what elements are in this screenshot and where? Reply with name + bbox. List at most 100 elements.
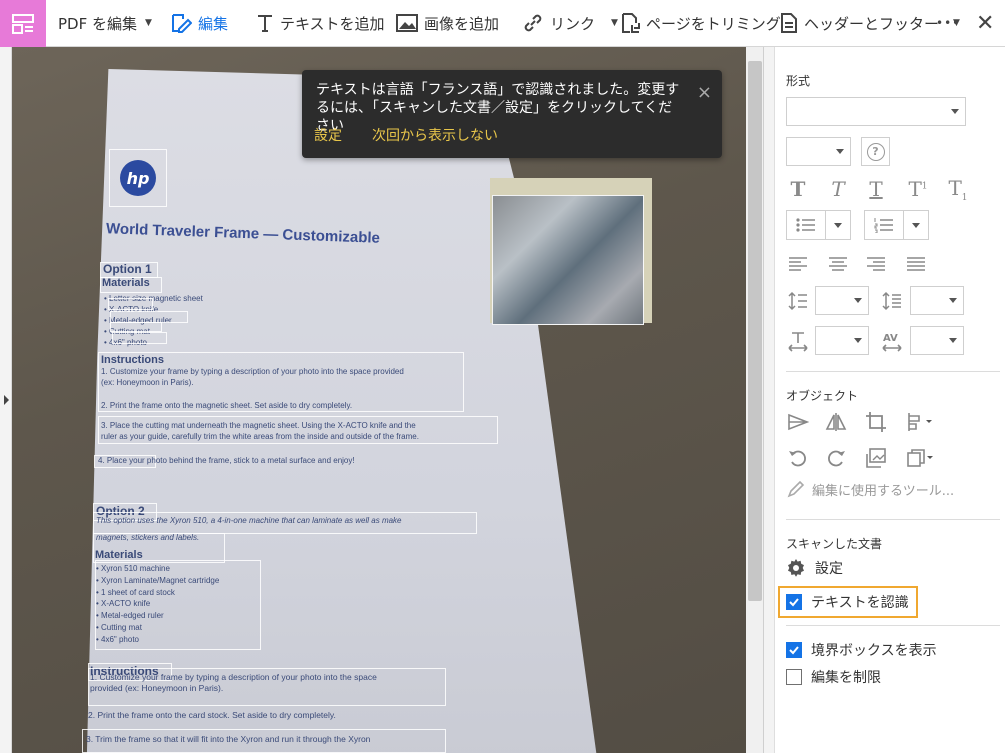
chevron-down-icon	[854, 298, 862, 303]
underline-icon: T	[869, 177, 883, 201]
show-bbox-label: 境界ボックスを表示	[811, 643, 937, 659]
right-format-panel: 形式 ? T T T T1 T1 AV オブジェクト 編集に使用するツール...	[764, 47, 1005, 753]
edit-button[interactable]: 編集	[170, 0, 228, 46]
show-bbox-checkbox[interactable]	[786, 642, 802, 658]
hp-logo: hp	[120, 160, 156, 196]
option1-heading: Option 1	[103, 262, 152, 276]
instructions2-step2: 2. Print the frame onto the card stock. …	[88, 710, 336, 720]
option2-desc-line2: magnets, stickers and labels.	[96, 533, 200, 542]
arrange-icon	[908, 413, 932, 431]
link-icon	[524, 14, 542, 32]
paragraph-spacing-icon	[880, 287, 904, 315]
text-bbox[interactable]	[110, 322, 162, 332]
svg-text:AV: AV	[883, 333, 898, 344]
text-bbox[interactable]	[108, 298, 153, 310]
left-panel-toggle[interactable]	[0, 47, 12, 753]
list-item: 1. Customize your frame by typing a desc…	[90, 672, 377, 682]
numbered-list-dropdown[interactable]	[903, 210, 929, 240]
bullet-list-dropdown[interactable]	[825, 210, 851, 240]
restrict-edit-checkbox[interactable]	[786, 669, 802, 685]
paragraph-spacing-dropdown[interactable]	[910, 286, 964, 315]
list-item: provided (ex: Honeymoon in Paris).	[90, 683, 224, 693]
subscript-button[interactable]: T1	[944, 175, 972, 203]
gear-icon	[788, 559, 804, 577]
character-spacing-dropdown[interactable]	[910, 326, 964, 355]
list-item: • Metal-edged ruler	[96, 611, 164, 621]
vertical-scrollbar-thumb[interactable]	[748, 61, 762, 601]
font-family-dropdown[interactable]	[786, 97, 966, 126]
list-item: (ex: Honeymoon in Paris).	[101, 378, 194, 387]
scanned-section-title: スキャンした文書	[786, 537, 883, 551]
help-icon: ?	[866, 142, 885, 161]
toast-settings-link[interactable]: 設定	[314, 125, 342, 145]
crop-page-button[interactable]: ページをトリミング	[620, 0, 781, 46]
image-icon	[396, 14, 418, 32]
line-spacing-dropdown[interactable]	[815, 286, 869, 315]
restrict-edit-toggle[interactable]: 編集を制限	[786, 667, 881, 687]
bold-icon: T	[790, 177, 806, 201]
align-right-button[interactable]	[864, 252, 888, 276]
italic-button[interactable]: T	[826, 175, 850, 203]
add-text-button[interactable]: テキストを追加	[256, 0, 385, 46]
list-item: • Xyron 510 machine	[96, 564, 170, 573]
scan-settings-button[interactable]: 設定	[786, 558, 843, 578]
arrange-objects-button[interactable]	[904, 409, 938, 435]
crop-image-button[interactable]	[864, 409, 888, 435]
bold-button[interactable]: T	[786, 175, 810, 203]
frame-image-bbox[interactable]	[492, 195, 644, 325]
numbered-list-button[interactable]	[864, 210, 904, 240]
more-icon: •••	[936, 16, 961, 30]
divider	[786, 519, 1000, 520]
toast-close-button[interactable]: ×	[697, 84, 712, 102]
align-center-button[interactable]	[826, 252, 850, 276]
align-left-button[interactable]	[786, 252, 810, 276]
panel-collapse-handle[interactable]	[764, 47, 775, 753]
pdf-edit-menu[interactable]: PDF を編集 ▼	[58, 0, 152, 46]
add-image-label: 画像を追加	[424, 14, 500, 33]
bullet-list-button[interactable]	[786, 210, 826, 240]
ocr-language-toast: テキストは言語「フランス語」で認識されました。変更するには、「スキャンした文書／…	[302, 70, 722, 158]
tools-home-button[interactable]	[0, 0, 46, 47]
show-bbox-toggle[interactable]: 境界ボックスを表示	[786, 640, 937, 660]
list-item: 3. Place the cutting mat underneath the …	[101, 421, 416, 430]
horizontal-scale-dropdown[interactable]	[815, 326, 869, 355]
font-size-dropdown[interactable]	[786, 137, 851, 166]
add-image-button[interactable]: 画像を追加	[396, 0, 499, 46]
text-bbox[interactable]	[112, 332, 167, 344]
format-section-title: 形式	[786, 74, 811, 88]
close-icon: ✕	[976, 10, 995, 36]
more-tools-button[interactable]: •••	[936, 0, 960, 46]
replace-image-button[interactable]	[864, 445, 888, 471]
hp-logo-box[interactable]: hp	[109, 149, 167, 207]
toast-dont-show-link[interactable]: 次回から表示しない	[372, 125, 498, 145]
character-spacing-icon: AV	[880, 327, 904, 355]
rotate-ccw-button[interactable]	[786, 445, 810, 471]
justify-button[interactable]	[904, 252, 928, 276]
header-footer-menu[interactable]: ヘッダーとフッター ▼	[780, 0, 960, 46]
link-menu[interactable]: リンク ▼	[522, 0, 618, 46]
copy-objects-button[interactable]	[904, 445, 938, 471]
edit-with-tool-button[interactable]: 編集に使用するツール...	[786, 479, 954, 499]
copy-icon	[907, 449, 933, 467]
edit-with-tool-label: 編集に使用するツール...	[812, 483, 955, 499]
flip-horizontal-button[interactable]	[786, 409, 810, 435]
chevron-down-icon	[834, 222, 842, 228]
instructions1-step3: 3. Place the cutting mat underneath the …	[101, 420, 419, 442]
text-icon	[258, 15, 272, 32]
bullet-list-icon	[796, 218, 815, 232]
header-footer-label: ヘッダーとフッター	[804, 14, 940, 33]
close-tool-button[interactable]: ✕	[976, 0, 994, 46]
justify-icon	[907, 257, 925, 271]
underline-button[interactable]: T	[864, 175, 888, 203]
rotate-cw-button[interactable]	[824, 445, 848, 471]
list-item: 1. Customize your frame by typing a desc…	[101, 367, 404, 376]
header-footer-icon	[781, 13, 797, 33]
superscript-button[interactable]: T1	[904, 175, 932, 203]
flip-vertical-button[interactable]	[824, 409, 848, 435]
chevron-down-icon: ▼	[611, 18, 618, 28]
pdf-edit-label: PDF を編集	[58, 14, 137, 33]
help-button[interactable]: ?	[861, 137, 890, 166]
pencil-icon	[787, 480, 805, 498]
chevron-down-icon	[836, 149, 844, 154]
align-center-icon	[829, 257, 847, 271]
